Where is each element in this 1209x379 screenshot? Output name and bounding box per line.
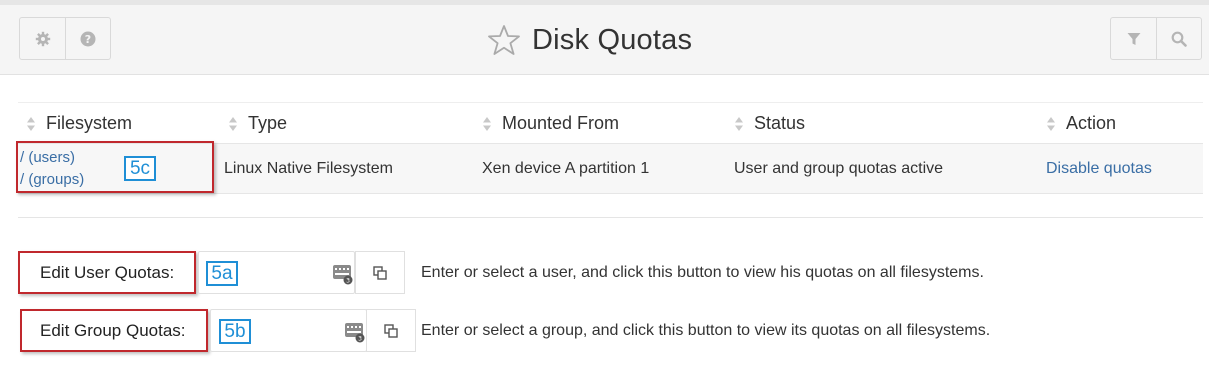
filter-icon bbox=[1127, 32, 1140, 45]
column-header-filesystem[interactable]: Filesystem bbox=[18, 102, 220, 144]
column-label: Status bbox=[754, 112, 806, 133]
group-quota-description: Enter or select a group, and click this … bbox=[421, 322, 991, 339]
header-right-buttons bbox=[1110, 17, 1202, 60]
sort-icon bbox=[27, 116, 35, 131]
svg-text:3: 3 bbox=[346, 278, 350, 285]
column-header-mounted-from[interactable]: Mounted From bbox=[474, 102, 726, 144]
annotation-label-5b: 5b bbox=[219, 319, 251, 344]
annotation-highlight-user-quotas bbox=[18, 251, 196, 294]
help-icon: ? bbox=[80, 31, 96, 46]
column-header-status[interactable]: Status bbox=[726, 102, 1038, 144]
user-select-button[interactable] bbox=[355, 251, 405, 294]
page-header: ? Disk Quotas bbox=[0, 5, 1209, 75]
mounted-from-cell: Xen device A partition 1 bbox=[474, 143, 726, 194]
annotation-highlight-group-quotas bbox=[20, 309, 208, 352]
page-title: Disk Quotas bbox=[532, 23, 693, 56]
column-header-type[interactable]: Type bbox=[220, 102, 474, 144]
group-chooser-icon[interactable]: 3 bbox=[344, 321, 366, 343]
svg-text:?: ? bbox=[85, 33, 91, 46]
filter-button[interactable] bbox=[1111, 18, 1156, 59]
copy-icon bbox=[384, 323, 398, 338]
user-quota-description: Enter or select a user, and click this b… bbox=[421, 264, 984, 281]
settings-button[interactable] bbox=[20, 18, 65, 59]
status-cell: User and group quotas active bbox=[726, 143, 1038, 194]
annotation-highlight-5c bbox=[16, 141, 214, 193]
favorite-star-icon[interactable] bbox=[488, 24, 520, 56]
gear-icon bbox=[35, 31, 50, 46]
search-button[interactable] bbox=[1156, 18, 1201, 59]
action-cell: Disable quotas bbox=[1038, 143, 1203, 194]
group-select-button[interactable] bbox=[366, 309, 416, 352]
column-label: Type bbox=[248, 112, 288, 133]
sort-icon bbox=[735, 116, 743, 131]
section-divider bbox=[18, 217, 1203, 218]
page-title-area: Disk Quotas bbox=[488, 22, 692, 58]
disable-quotas-link[interactable]: Disable quotas bbox=[1046, 160, 1152, 177]
header-left-buttons: ? bbox=[19, 17, 111, 60]
copy-icon bbox=[373, 265, 387, 280]
column-header-action[interactable]: Action bbox=[1038, 102, 1203, 144]
sort-icon bbox=[1047, 116, 1055, 131]
annotation-label-5c: 5c bbox=[124, 156, 156, 181]
user-chooser-icon[interactable]: 3 bbox=[332, 263, 354, 285]
annotation-label-5a: 5a bbox=[206, 261, 238, 286]
column-label: Filesystem bbox=[46, 112, 133, 133]
type-cell: Linux Native Filesystem bbox=[220, 143, 474, 194]
column-label: Action bbox=[1066, 112, 1117, 133]
svg-text:3: 3 bbox=[358, 336, 362, 343]
sort-icon bbox=[229, 116, 237, 131]
sort-icon bbox=[483, 116, 491, 131]
column-label: Mounted From bbox=[502, 112, 620, 133]
table-header-row: Filesystem Type Mounted From Status Acti… bbox=[18, 102, 1203, 144]
help-button[interactable]: ? bbox=[65, 18, 110, 59]
search-icon bbox=[1171, 31, 1187, 47]
